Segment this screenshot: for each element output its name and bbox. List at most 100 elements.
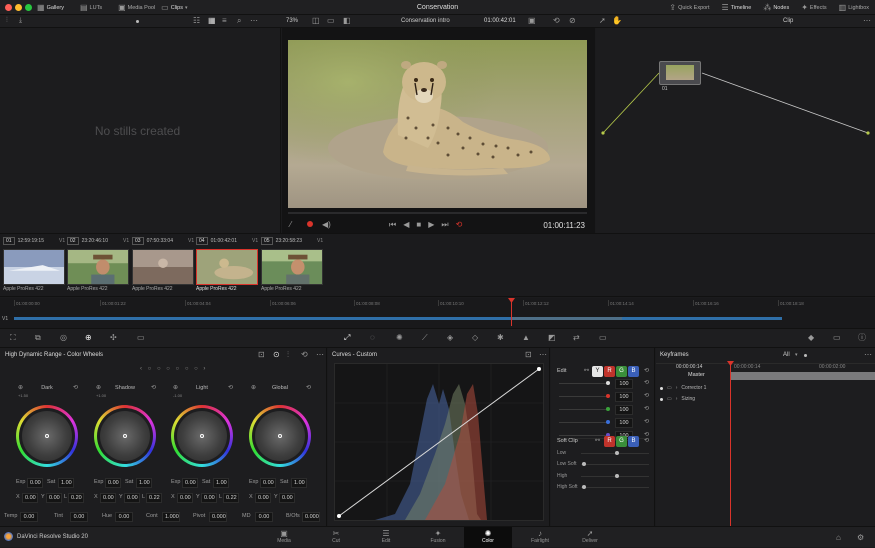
- exp-field[interactable]: 0.00: [105, 478, 121, 488]
- visibility-dot[interactable]: [660, 386, 663, 390]
- qualifier-icon[interactable]: ✺: [396, 334, 403, 342]
- audio-icon[interactable]: ◀): [322, 221, 331, 229]
- bottom-param-field[interactable]: 0.000: [209, 512, 227, 522]
- lock-icon[interactable]: ▭: [667, 384, 672, 392]
- lock-icon[interactable]: ▭: [667, 395, 672, 403]
- pin-icon[interactable]: ⫶: [6, 17, 8, 25]
- master-track-bar[interactable]: [730, 372, 875, 380]
- loop-playback-icon[interactable]: ⟲: [456, 221, 463, 229]
- curves-mode-icon[interactable]: ⊡: [525, 351, 532, 359]
- slider-track[interactable]: [559, 422, 607, 423]
- keyframe-playhead[interactable]: [730, 362, 731, 526]
- keyframe-row-sizing[interactable]: ▭ › Sizing: [660, 395, 695, 403]
- l-field[interactable]: 0.22: [223, 493, 239, 503]
- viewer-image[interactable]: [288, 40, 587, 208]
- zone-picker-icon[interactable]: ⊕: [251, 384, 256, 392]
- color-wheel[interactable]: [94, 405, 156, 467]
- y-field[interactable]: 0.00: [201, 493, 217, 503]
- slider-track[interactable]: [559, 396, 607, 397]
- 3d-icon[interactable]: ▭: [599, 334, 607, 342]
- pointer-icon[interactable]: ➚: [599, 17, 606, 25]
- clip-thumbnail[interactable]: [132, 249, 194, 285]
- node-options-icon[interactable]: ⋯: [863, 17, 871, 25]
- timeline-track-clips[interactable]: [14, 317, 782, 320]
- picker-icon[interactable]: ⁄: [290, 221, 291, 229]
- sort-icon[interactable]: ≡: [222, 17, 227, 25]
- color-wheel[interactable]: [16, 405, 78, 467]
- tab-quick-export[interactable]: ⇪ Quick Export: [669, 4, 709, 12]
- blue-value[interactable]: 100: [615, 418, 633, 428]
- tab-lightbox[interactable]: ▥ Lightbox: [839, 4, 869, 12]
- viewer-mode-icon[interactable]: ▣: [528, 17, 536, 25]
- softclip-b-button[interactable]: B: [628, 436, 639, 447]
- page-tab-fusion[interactable]: ✦ Fusion: [414, 527, 462, 548]
- play-reverse-icon[interactable]: ◀: [403, 221, 409, 229]
- channel-g-button[interactable]: G: [616, 366, 627, 377]
- play-icon[interactable]: ▶: [428, 221, 434, 229]
- node-editor[interactable]: 01: [596, 28, 875, 233]
- curves-options-icon[interactable]: ⋯: [539, 351, 547, 359]
- slider-knob[interactable]: [615, 474, 619, 478]
- y-field[interactable]: 0.00: [124, 493, 140, 503]
- sat-field[interactable]: 1.00: [58, 478, 74, 488]
- clip-thumbnail[interactable]: [3, 249, 65, 285]
- wheel-center-handle[interactable]: [45, 434, 49, 438]
- red-value[interactable]: 100: [615, 392, 633, 402]
- link-icon[interactable]: ⚯: [584, 367, 589, 375]
- mini-timeline[interactable]: 01:00:00:00 01:00:01:22 01:00:04:04 01:00:0…: [0, 298, 875, 328]
- loop-icon[interactable]: ⟲: [553, 17, 560, 25]
- panel-mode-icon[interactable]: ⊡: [258, 351, 265, 359]
- clip-thumbnail[interactable]: [67, 249, 129, 285]
- list-view-icon[interactable]: ☷: [193, 17, 200, 25]
- bypass-icon[interactable]: ⊘: [569, 17, 576, 25]
- split-view-icon[interactable]: ◫: [312, 17, 320, 25]
- timeline-current-clip[interactable]: [512, 317, 622, 320]
- bars-mode-icon[interactable]: ⫶: [287, 351, 289, 359]
- zone-picker-icon[interactable]: ⊕: [18, 384, 23, 392]
- reset-wheel-icon[interactable]: ⟲: [73, 384, 78, 392]
- slider-track[interactable]: [559, 383, 607, 384]
- page-tab-edit[interactable]: ☰ Edit: [362, 527, 410, 548]
- color-warper-icon[interactable]: ◌: [370, 334, 375, 342]
- channel-y-button[interactable]: Y: [592, 366, 603, 377]
- exp-field[interactable]: 0.00: [260, 478, 276, 488]
- panel-options-icon[interactable]: ⋯: [316, 351, 324, 359]
- keyframes-filter[interactable]: All: [783, 352, 790, 358]
- luma-value[interactable]: 100: [615, 379, 633, 389]
- exp-field[interactable]: 0.00: [182, 478, 198, 488]
- page-tab-color[interactable]: ✺ Color: [464, 527, 512, 548]
- l-field[interactable]: 0.22: [146, 493, 162, 503]
- home-icon[interactable]: ⌂: [836, 534, 841, 542]
- reset-wheel-icon[interactable]: ⟲: [151, 384, 156, 392]
- reset-icon[interactable]: ⟲: [644, 379, 649, 387]
- first-frame-icon[interactable]: ⏮: [389, 221, 396, 229]
- l-field[interactable]: 0.20: [68, 493, 84, 503]
- slider-knob[interactable]: [582, 462, 586, 466]
- key-icon[interactable]: ◩: [548, 334, 556, 342]
- wheel-center-handle[interactable]: [200, 434, 204, 438]
- wheel-mode-icon[interactable]: ⊙: [273, 351, 280, 359]
- softclip-g-button[interactable]: G: [616, 436, 627, 447]
- sat-field[interactable]: 1.00: [136, 478, 152, 488]
- zoom-level[interactable]: 73%: [286, 18, 298, 24]
- motion-effects-icon[interactable]: ▭: [137, 334, 145, 342]
- reset-wheel-icon[interactable]: ⟲: [228, 384, 233, 392]
- chevron-right-icon[interactable]: ›: [676, 384, 678, 392]
- zone-picker-icon[interactable]: ⊕: [96, 384, 101, 392]
- highlight-icon[interactable]: ◧: [343, 17, 351, 25]
- x-field[interactable]: 0.00: [22, 493, 38, 503]
- reset-edit-icon[interactable]: ⟲: [644, 367, 649, 375]
- rgb-mixer-icon[interactable]: ✣: [110, 334, 117, 342]
- color-match-icon[interactable]: ⧉: [35, 334, 41, 342]
- page-tab-deliver[interactable]: ➚ Deliver: [566, 527, 614, 548]
- reset-all-icon[interactable]: ⟲: [301, 351, 308, 359]
- tab-nodes[interactable]: ⁂ Nodes: [763, 4, 789, 12]
- slider-track[interactable]: [559, 409, 607, 410]
- color-wheel[interactable]: [249, 405, 311, 467]
- curves-icon[interactable]: ⤢: [344, 334, 350, 342]
- green-value[interactable]: 100: [615, 405, 633, 415]
- channel-b-button[interactable]: B: [628, 366, 639, 377]
- y-field[interactable]: 0.00: [279, 493, 295, 503]
- last-frame-icon[interactable]: ⏭: [441, 221, 448, 229]
- hdr-wheels-icon[interactable]: ⊕: [85, 334, 92, 342]
